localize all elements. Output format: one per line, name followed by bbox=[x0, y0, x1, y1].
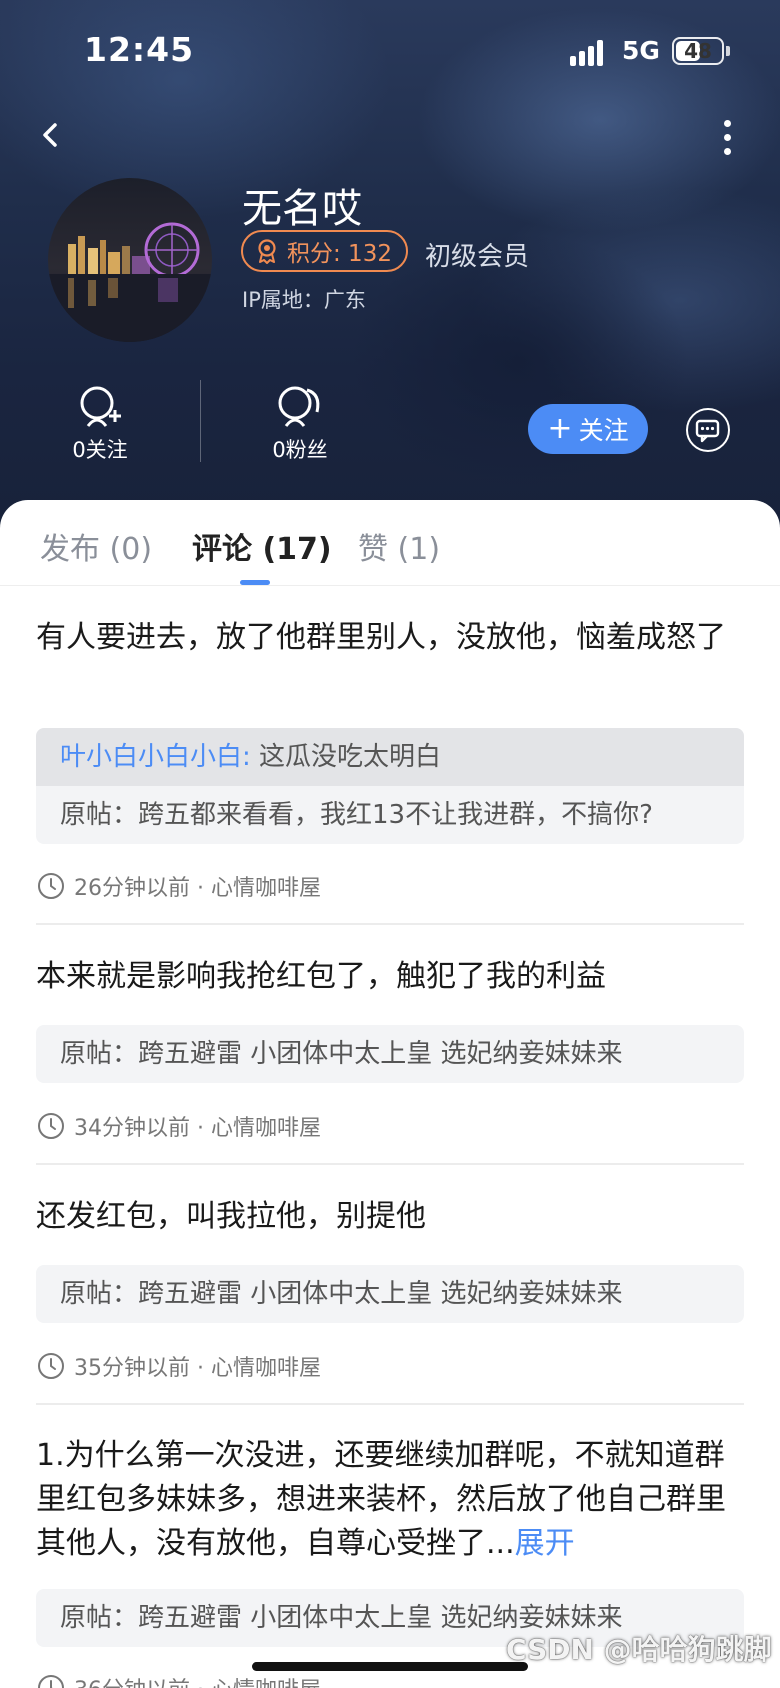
avatar-image bbox=[48, 178, 212, 342]
tab-comments[interactable]: 评论 (17) bbox=[192, 524, 332, 568]
ip-location: IP属地：广东 bbox=[242, 288, 366, 312]
comment-meta-text: 36分钟以前 · 心情咖啡屋 bbox=[74, 1672, 321, 1688]
divider bbox=[36, 923, 744, 925]
comment-text: 本来就是影响我抢红包了，触犯了我的利益 bbox=[36, 959, 606, 994]
medal-icon bbox=[258, 239, 276, 264]
more-options-button[interactable] bbox=[718, 120, 738, 156]
expand-link[interactable]: 展开 bbox=[515, 1526, 575, 1561]
followers-stat[interactable]: 0粉丝 bbox=[240, 384, 360, 464]
battery-icon: 48 bbox=[672, 37, 724, 65]
message-button[interactable] bbox=[686, 408, 730, 452]
clock-icon bbox=[38, 1113, 64, 1139]
signal-icon bbox=[570, 38, 610, 66]
chat-bubble-icon bbox=[695, 419, 720, 443]
comment-meta: 36分钟以前 · 心情咖啡屋 bbox=[36, 1672, 744, 1688]
watermark: CSDN @哈哈狗跳脚 bbox=[506, 1633, 772, 1666]
comment-item[interactable]: 有人要进去，放了他群里别人，没放他，恼羞成怒了 bbox=[36, 616, 744, 660]
comment-meta-text: 35分钟以前 · 心情咖啡屋 bbox=[74, 1356, 321, 1381]
username: 无名哎 bbox=[242, 186, 362, 232]
clock-icon bbox=[38, 1353, 64, 1379]
clock-icon bbox=[38, 1675, 64, 1688]
tab-posts[interactable]: 发布 (0) bbox=[40, 524, 152, 568]
reply-author[interactable]: 叶小白小白小白: bbox=[60, 742, 251, 772]
stat-divider bbox=[200, 380, 201, 462]
following-count: 0关注 bbox=[72, 438, 128, 462]
following-stat[interactable]: 0关注 bbox=[40, 384, 160, 464]
network-type: 5G bbox=[622, 36, 660, 65]
battery-tip bbox=[726, 46, 730, 56]
tab-active-indicator bbox=[240, 580, 270, 585]
original-post: 原帖：跨五都来看看，我红13不让我进群，不搞你? bbox=[36, 786, 744, 844]
battery-level: 48 bbox=[684, 39, 712, 63]
status-time: 12:45 bbox=[84, 30, 195, 69]
comment-body: 1.为什么第一次没进，还要继续加群呢，不就知道群里红包多妹妹多，想进来装杯，然后… bbox=[36, 1438, 726, 1561]
back-button[interactable] bbox=[36, 120, 66, 150]
clock-icon bbox=[38, 873, 64, 899]
comment-item[interactable]: 还发红包，叫我拉他，别提他 bbox=[36, 1195, 744, 1239]
comment-meta-text: 34分钟以前 · 心情咖啡屋 bbox=[74, 1116, 321, 1141]
divider bbox=[36, 1403, 744, 1405]
home-indicator[interactable] bbox=[252, 1662, 528, 1671]
plus-icon: + bbox=[547, 411, 573, 446]
original-post[interactable]: 原帖：跨五避雷 小团体中太上皇 选妃纳妾妹妹来 bbox=[36, 1025, 744, 1083]
users-icon bbox=[278, 386, 320, 427]
comment-item[interactable]: 1.为什么第一次没进，还要继续加群呢，不就知道群里红包多妹妹多，想进来装杯，然后… bbox=[36, 1434, 744, 1566]
divider bbox=[36, 1163, 744, 1165]
member-level: 初级会员 bbox=[425, 242, 530, 272]
quoted-post[interactable]: 叶小白小白小白: 这瓜没吃太明白 原帖：跨五都来看看，我红13不让我进群，不搞你… bbox=[36, 728, 744, 844]
follow-label: 关注 bbox=[578, 416, 629, 445]
points-badge[interactable]: 积分: 132 bbox=[241, 230, 408, 272]
comment-meta: 34分钟以前 · 心情咖啡屋 bbox=[36, 1110, 744, 1142]
tab-likes[interactable]: 赞 (1) bbox=[358, 524, 440, 568]
avatar[interactable] bbox=[48, 178, 212, 342]
add-user-icon bbox=[80, 386, 121, 427]
comment-item[interactable]: 本来就是影响我抢红包了，触犯了我的利益 bbox=[36, 955, 744, 999]
comment-meta: 26分钟以前 · 心情咖啡屋 bbox=[36, 870, 744, 902]
chevron-left-icon bbox=[43, 123, 57, 147]
comment-text: 有人要进去，放了他群里别人，没放他，恼羞成怒了 bbox=[36, 620, 726, 655]
follow-button[interactable]: + 关注 bbox=[528, 404, 648, 454]
reply-text: 这瓜没吃太明白 bbox=[259, 742, 442, 772]
followers-count: 0粉丝 bbox=[272, 438, 328, 462]
tab-bar: 发布 (0) 评论 (17) 赞 (1) bbox=[0, 500, 780, 586]
original-post[interactable]: 原帖：跨五避雷 小团体中太上皇 选妃纳妾妹妹来 bbox=[36, 1265, 744, 1323]
comment-text: 1.为什么第一次没进，还要继续加群呢，不就知道群里红包多妹妹多，想进来装杯，然后… bbox=[36, 1434, 744, 1566]
comment-meta: 35分钟以前 · 心情咖啡屋 bbox=[36, 1350, 744, 1382]
reply-line: 叶小白小白小白: 这瓜没吃太明白 bbox=[36, 728, 744, 786]
points-label: 积分: 132 bbox=[287, 241, 392, 267]
comment-text: 还发红包，叫我拉他，别提他 bbox=[36, 1199, 426, 1234]
comment-meta-text: 26分钟以前 · 心情咖啡屋 bbox=[74, 876, 321, 901]
